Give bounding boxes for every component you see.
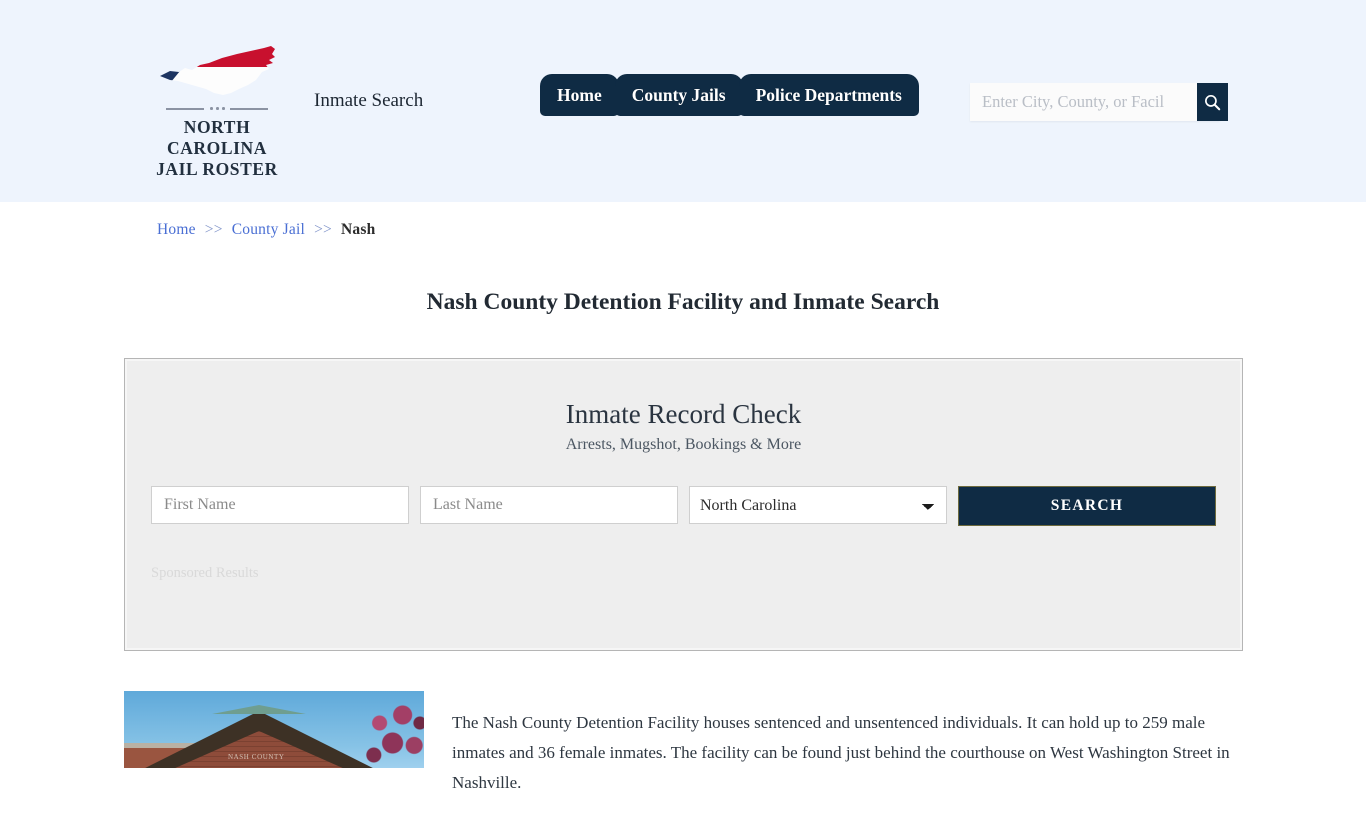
breadcrumb-separator: >> (314, 221, 332, 238)
breadcrumb-item-current: Nash (341, 221, 376, 238)
site-tagline: Inmate Search (314, 90, 424, 111)
nav-item-county-jails[interactable]: County Jails (614, 74, 743, 116)
logo-text-line2: JAIL ROSTER (156, 159, 278, 179)
photo-green-gable-trim (138, 705, 380, 745)
sponsored-results-label: Sponsored Results (151, 565, 259, 581)
breadcrumb-item-home[interactable]: Home (157, 221, 196, 238)
photo-flowering-tree (358, 699, 424, 768)
logo-divider-ornament (162, 104, 272, 114)
header-search-input[interactable] (970, 83, 1197, 121)
site-logo[interactable]: C NORTH CAROLINA JAIL ROSTER (144, 42, 290, 180)
breadcrumb-separator: >> (204, 221, 223, 238)
nav-item-police-departments[interactable]: Police Departments (738, 74, 919, 116)
panel-subtitle: Arrests, Mugshot, Bookings & More (565, 436, 802, 453)
inmate-search-form: North Carolina SEARCH (125, 486, 1242, 526)
breadcrumb-item-county-jail[interactable]: County Jail (232, 221, 305, 238)
breadcrumb: Home >> County Jail >> Nash (157, 221, 375, 239)
facility-description: The Nash County Detention Facility house… (452, 713, 1230, 792)
state-select[interactable]: North Carolina (689, 486, 947, 524)
logo-text-line1: NORTH CAROLINA (166, 117, 268, 158)
site-header: C NORTH CAROLINA JAIL ROSTER Inmate Sear… (0, 0, 1366, 202)
facility-photo: NASH COUNTY (124, 691, 424, 768)
header-search-button[interactable] (1197, 83, 1228, 121)
photo-building-sign: NASH COUNTY (228, 753, 285, 761)
page-title: Nash County Detention Facility and Inmat… (426, 288, 940, 315)
header-inner: C NORTH CAROLINA JAIL ROSTER Inmate Sear… (0, 0, 1366, 202)
search-records-button[interactable]: SEARCH (958, 486, 1216, 526)
facility-content: NASH COUNTY The Nash County Detention Fa… (124, 691, 1243, 815)
north-carolina-state-map-icon: C (157, 42, 277, 100)
search-icon (1205, 94, 1221, 110)
inmate-record-check-panel: Inmate Record Check Arrests, Mugshot, Bo… (124, 358, 1243, 651)
svg-text:C: C (166, 56, 178, 75)
panel-title: Inmate Record Check (565, 399, 802, 429)
main-navigation: Home County Jails Police Departments (540, 74, 919, 116)
first-name-input[interactable] (151, 486, 409, 524)
nav-item-home[interactable]: Home (540, 74, 619, 116)
header-search-box (970, 83, 1228, 121)
last-name-input[interactable] (420, 486, 678, 524)
